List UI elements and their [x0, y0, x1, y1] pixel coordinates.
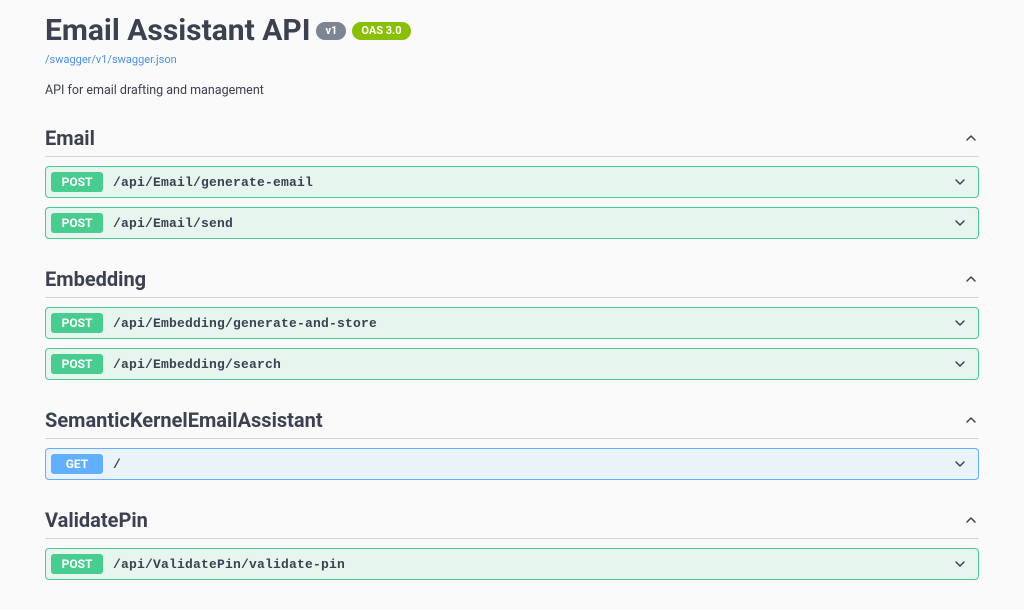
collapse-tag-icon[interactable] [963, 412, 979, 428]
endpoint-path: /api/Email/send [113, 216, 952, 231]
endpoint-list: POST /api/ValidatePin/validate-pin [45, 548, 979, 580]
spec-link[interactable]: /swagger/v1/swagger.json [45, 53, 177, 66]
endpoint-row[interactable]: POST /api/Email/send [45, 207, 979, 239]
tag-name: Embedding [45, 267, 146, 291]
api-description: API for email drafting and management [45, 83, 979, 98]
endpoint-list: POST /api/Embedding/generate-and-store P… [45, 307, 979, 380]
endpoint-row[interactable]: POST /api/Email/generate-email [45, 166, 979, 198]
endpoint-path: /api/Embedding/search [113, 357, 952, 372]
tag-section: ValidatePin POST /api/ValidatePin/valida… [45, 508, 979, 580]
endpoint-row[interactable]: POST /api/Embedding/search [45, 348, 979, 380]
endpoint-row[interactable]: POST /api/ValidatePin/validate-pin [45, 548, 979, 580]
http-method-badge: POST [51, 313, 103, 333]
swagger-ui: Email Assistant API v1 OAS 3.0 /swagger/… [20, 0, 1004, 580]
version-badge: v1 [316, 22, 346, 40]
tag-header[interactable]: Embedding [45, 267, 979, 298]
collapse-tag-icon[interactable] [963, 271, 979, 287]
expand-endpoint-icon[interactable] [952, 174, 968, 190]
endpoint-row[interactable]: GET / [45, 448, 979, 480]
endpoint-list: POST /api/Email/generate-email POST /api… [45, 166, 979, 239]
tag-section: Email POST /api/Email/generate-email POS… [45, 126, 979, 239]
tag-section: Embedding POST /api/Embedding/generate-a… [45, 267, 979, 380]
http-method-badge: POST [51, 172, 103, 192]
expand-endpoint-icon[interactable] [952, 356, 968, 372]
expand-endpoint-icon[interactable] [952, 315, 968, 331]
collapse-tag-icon[interactable] [963, 512, 979, 528]
tag-section: SemanticKernelEmailAssistant GET / [45, 408, 979, 480]
http-method-badge: POST [51, 354, 103, 374]
endpoint-path: /api/ValidatePin/validate-pin [113, 557, 952, 572]
http-method-badge: GET [51, 454, 103, 474]
collapse-tag-icon[interactable] [963, 130, 979, 146]
expand-endpoint-icon[interactable] [952, 556, 968, 572]
http-method-badge: POST [51, 554, 103, 574]
expand-endpoint-icon[interactable] [952, 215, 968, 231]
endpoint-row[interactable]: POST /api/Embedding/generate-and-store [45, 307, 979, 339]
tag-header[interactable]: Email [45, 126, 979, 157]
api-header: Email Assistant API v1 OAS 3.0 [45, 13, 979, 48]
http-method-badge: POST [51, 213, 103, 233]
endpoint-path: /api/Email/generate-email [113, 175, 952, 190]
tag-name: SemanticKernelEmailAssistant [45, 408, 323, 432]
expand-endpoint-icon[interactable] [952, 456, 968, 472]
endpoint-list: GET / [45, 448, 979, 480]
tag-name: Email [45, 126, 95, 150]
tag-name: ValidatePin [45, 508, 148, 532]
oas-badge: OAS 3.0 [352, 22, 410, 40]
operations-container: Email POST /api/Email/generate-email POS… [45, 126, 979, 580]
api-title: Email Assistant API [45, 13, 310, 48]
tag-header[interactable]: SemanticKernelEmailAssistant [45, 408, 979, 439]
endpoint-path: /api/Embedding/generate-and-store [113, 316, 952, 331]
endpoint-path: / [113, 457, 952, 472]
